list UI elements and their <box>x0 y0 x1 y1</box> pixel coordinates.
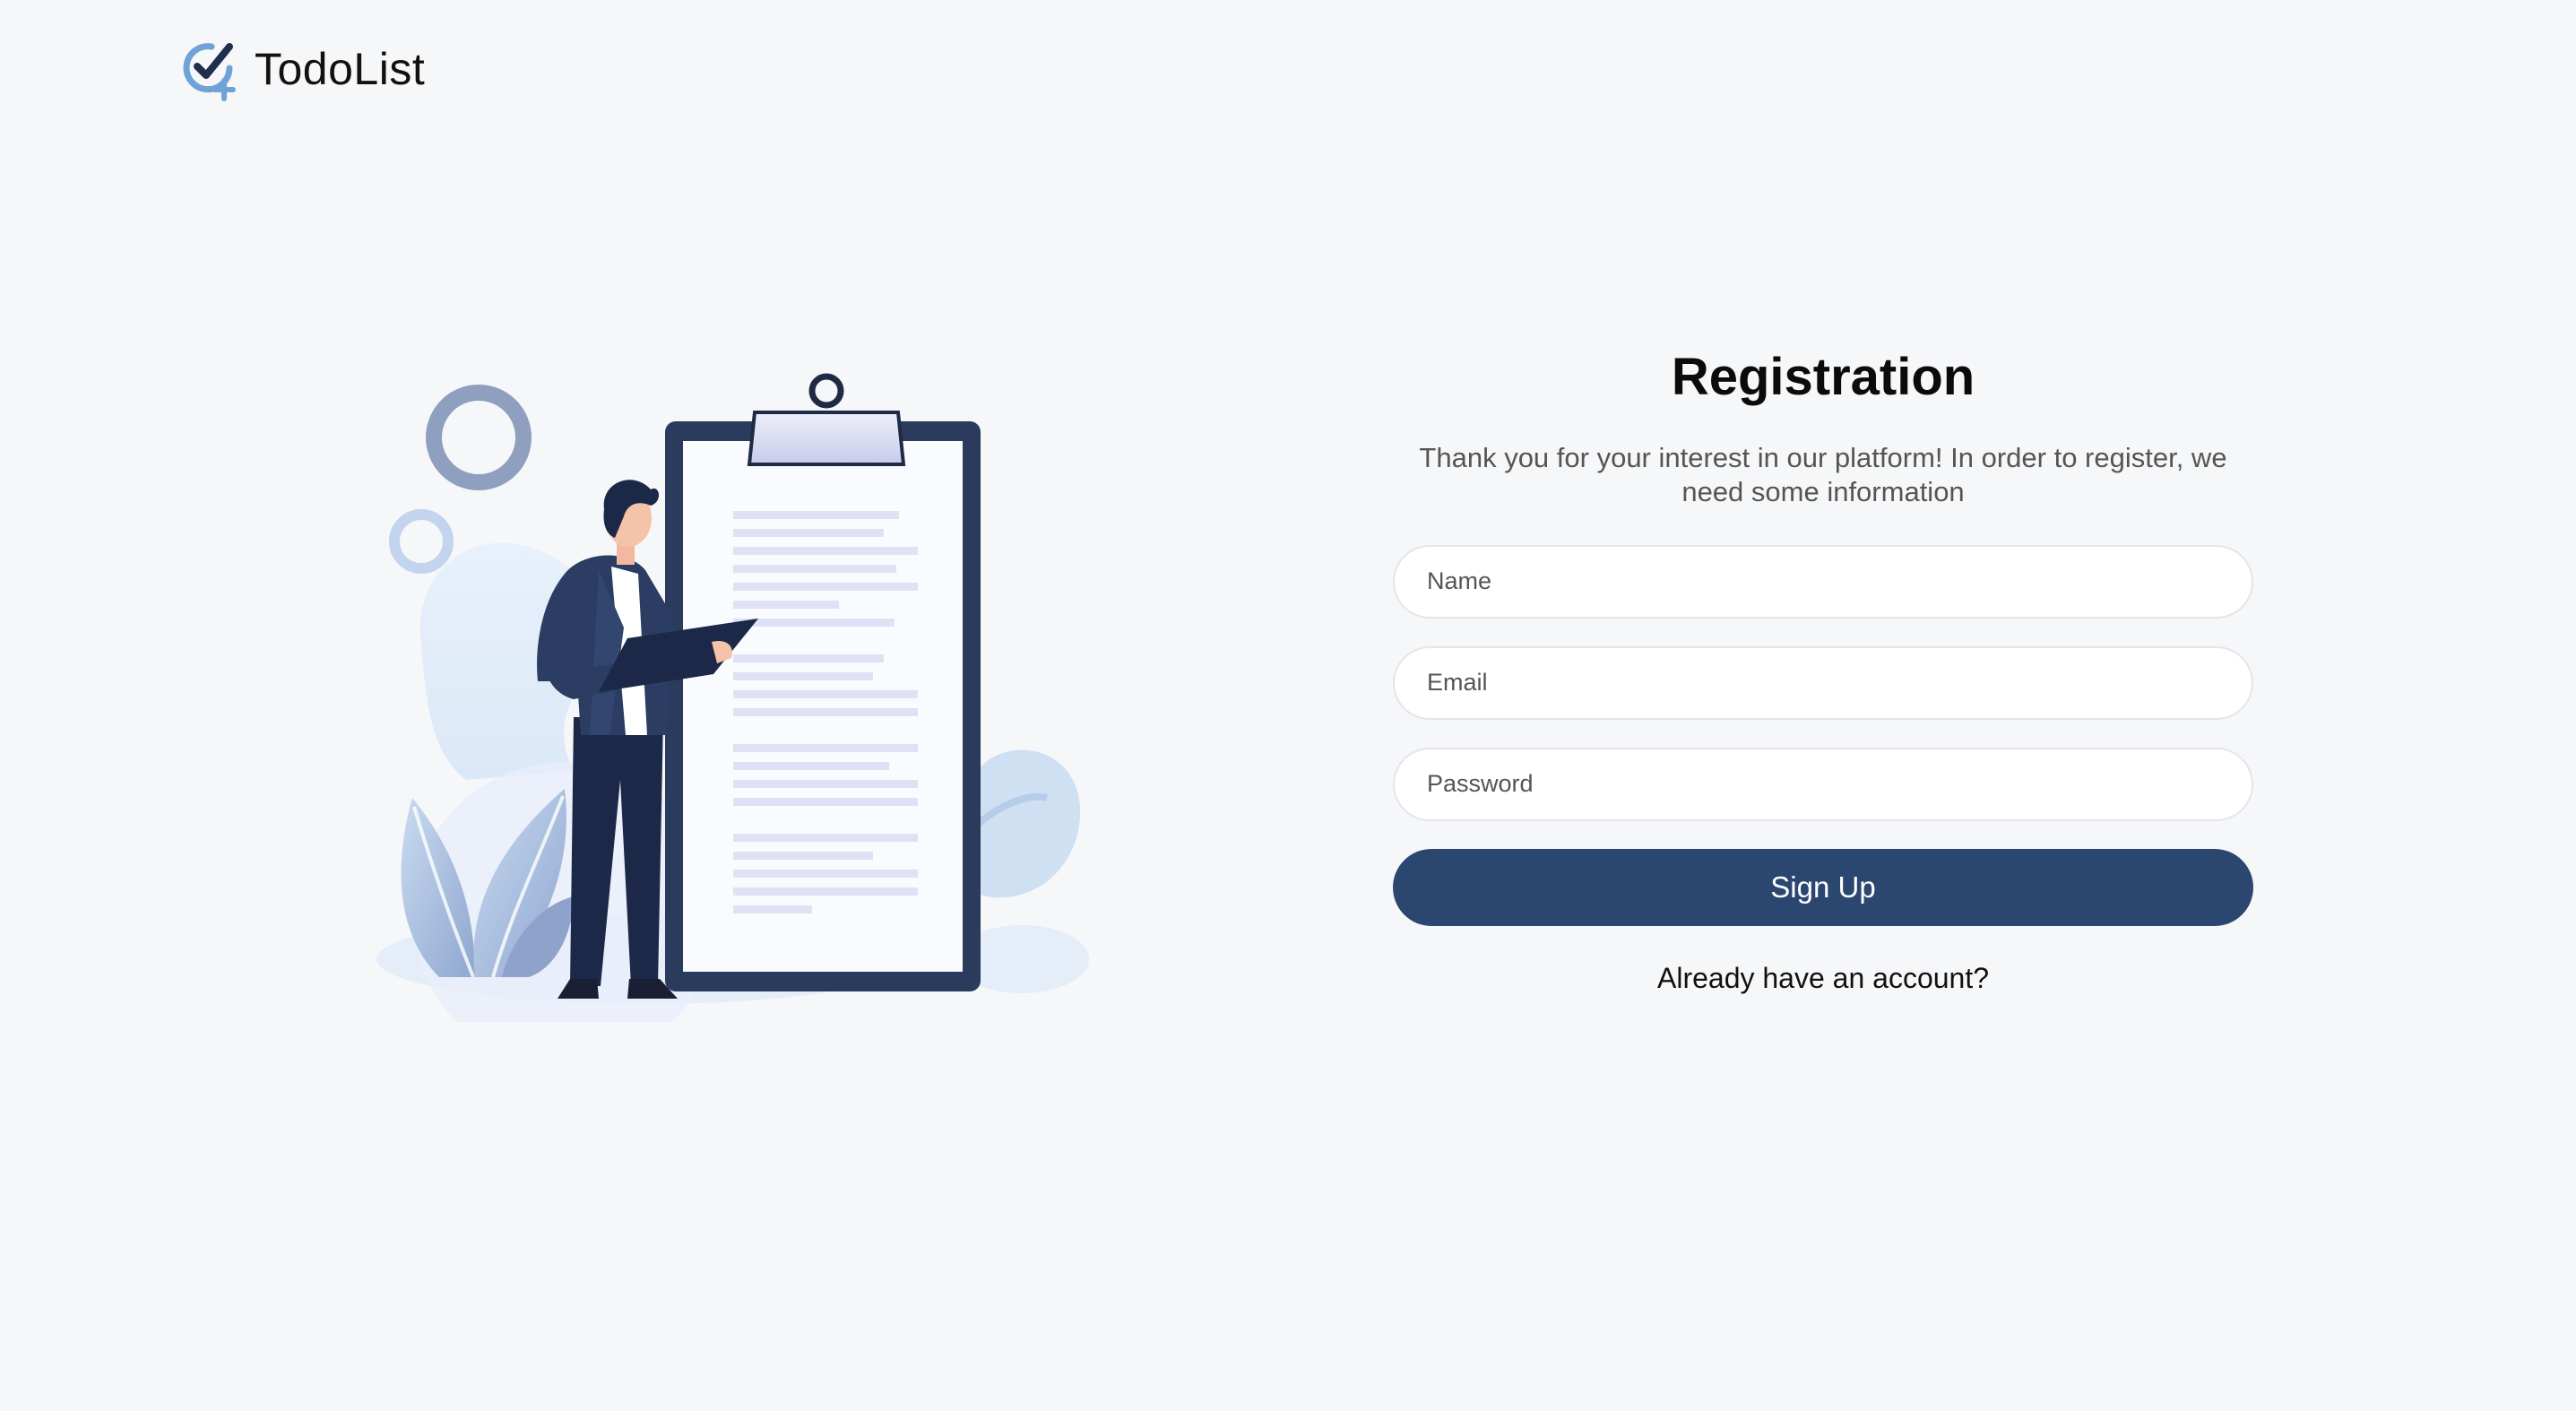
sign-up-button[interactable]: Sign Up <box>1393 848 2253 926</box>
registration-form: Registration Thank you for your interest… <box>1393 346 2253 995</box>
name-input[interactable] <box>1393 544 2253 619</box>
form-subtitle: Thank you for your interest in our platf… <box>1419 441 2227 507</box>
person-with-clipboard-illustration <box>376 373 1089 1022</box>
sign-in-link[interactable]: Already have an account? <box>1657 962 1989 995</box>
email-input[interactable] <box>1393 645 2253 720</box>
page-title: Registration <box>1671 348 1975 406</box>
app-name: TodoList <box>255 44 426 94</box>
check-circle-plus-icon <box>183 43 236 101</box>
password-input[interactable] <box>1393 747 2253 821</box>
logo[interactable]: TodoList <box>176 36 425 102</box>
